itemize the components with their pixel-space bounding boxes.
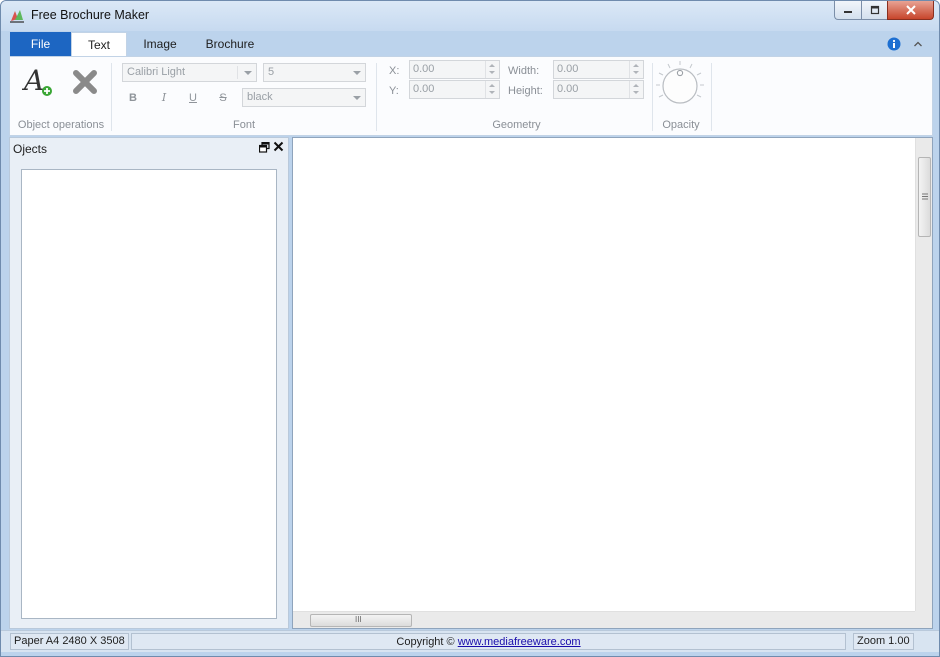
opacity-knob-icon[interactable]: [654, 59, 706, 111]
x-label: X:: [389, 65, 400, 77]
width-input[interactable]: 0.00: [553, 60, 644, 79]
group-divider: [111, 63, 112, 131]
add-text-icon: A: [22, 65, 52, 97]
scroll-grip: III: [355, 615, 362, 624]
add-text-button[interactable]: A: [20, 63, 58, 101]
group-divider: [376, 63, 377, 131]
font-family-select[interactable]: Calibri Light: [122, 63, 257, 82]
title-bar[interactable]: Free Brochure Maker: [1, 1, 939, 31]
chevron-down-icon: [353, 96, 361, 100]
bold-button[interactable]: B: [124, 89, 142, 107]
x-spinner[interactable]: [485, 61, 499, 78]
minimize-icon: [844, 11, 852, 13]
group-label-object-operations: Object operations: [17, 119, 105, 131]
font-family-value: Calibri Light: [127, 66, 186, 78]
tab-image[interactable]: Image: [129, 32, 191, 56]
horizontal-scrollbar[interactable]: III: [293, 611, 915, 628]
delete-object-button[interactable]: [66, 63, 104, 101]
vertical-scroll-thumb[interactable]: [918, 157, 931, 237]
objects-list[interactable]: [21, 169, 277, 619]
close-button[interactable]: [887, 1, 934, 20]
zoom-status: Zoom 1.00: [853, 633, 914, 650]
minimize-button[interactable]: [834, 1, 861, 20]
tab-brochure[interactable]: Brochure: [195, 32, 265, 56]
italic-button[interactable]: I: [155, 89, 173, 107]
objects-panel-title: Ojects: [13, 142, 48, 156]
underline-button[interactable]: U: [184, 89, 202, 107]
width-spinner[interactable]: [629, 61, 643, 78]
group-divider: [652, 63, 653, 131]
y-value: 0.00: [413, 83, 435, 95]
tab-text[interactable]: Text: [71, 32, 127, 56]
x-input[interactable]: 0.00: [409, 60, 500, 79]
close-panel-icon[interactable]: [273, 141, 284, 152]
brochure-app-icon: [10, 10, 24, 23]
group-label-opacity: Opacity: [662, 119, 700, 131]
chevron-down-icon: [353, 71, 361, 75]
font-color-value: black: [247, 91, 273, 103]
font-color-select[interactable]: black: [242, 88, 366, 107]
restore-panel-icon[interactable]: [259, 142, 270, 153]
height-spinner[interactable]: [629, 81, 643, 98]
chevron-up-icon[interactable]: [911, 37, 925, 51]
scroll-grip-icon: [922, 193, 928, 200]
ribbon-tabs: File Text Image Brochure: [9, 32, 933, 56]
y-input[interactable]: 0.00: [409, 80, 500, 99]
maximize-icon: [870, 5, 879, 15]
window-controls: [834, 1, 934, 21]
objects-panel-header: Ojects: [10, 138, 288, 158]
brochure-canvas[interactable]: III: [292, 137, 933, 629]
strikethrough-button[interactable]: S: [214, 89, 232, 107]
copyright-status: Copyright © www.mediafreeware.com: [131, 633, 846, 650]
chevron-down-icon: [244, 71, 252, 75]
window-title: Free Brochure Maker: [31, 8, 150, 22]
font-size-value: 5: [268, 66, 275, 78]
height-label: Height:: [508, 85, 543, 97]
width-label: Width:: [508, 65, 540, 77]
tab-file[interactable]: File: [10, 32, 71, 56]
group-label-geometry: Geometry: [492, 119, 541, 131]
maximize-button[interactable]: [861, 1, 887, 20]
app-window: Free Brochure Maker File Text Image Broc…: [0, 0, 940, 657]
status-bar: Paper A4 2480 X 3508 Copyright © www.med…: [1, 630, 939, 652]
copyright-prefix: Copyright ©: [396, 636, 455, 648]
vertical-scrollbar[interactable]: [915, 138, 932, 612]
copyright-text: Copyright © www.mediafreeware.com: [132, 635, 845, 650]
ribbon-panel: A Object operations Calibri Light 5 B I …: [9, 56, 933, 136]
website-link[interactable]: www.mediafreeware.com: [458, 636, 581, 648]
y-label: Y:: [389, 85, 399, 97]
horizontal-scroll-thumb[interactable]: III: [310, 614, 412, 627]
height-value: 0.00: [557, 83, 579, 95]
svg-text:A: A: [22, 65, 44, 97]
scrollbar-corner: [915, 611, 932, 628]
delete-icon: [73, 70, 97, 94]
group-divider: [711, 63, 712, 131]
objects-panel: Ojects: [9, 137, 289, 629]
close-icon: [905, 5, 916, 15]
info-icon[interactable]: [887, 37, 901, 51]
y-spinner[interactable]: [485, 81, 499, 98]
font-size-select[interactable]: 5: [263, 63, 366, 82]
group-label-font: Font: [232, 119, 255, 131]
x-value: 0.00: [413, 63, 435, 75]
paper-size-status: Paper A4 2480 X 3508: [10, 633, 129, 650]
width-value: 0.00: [557, 63, 579, 75]
height-input[interactable]: 0.00: [553, 80, 644, 99]
